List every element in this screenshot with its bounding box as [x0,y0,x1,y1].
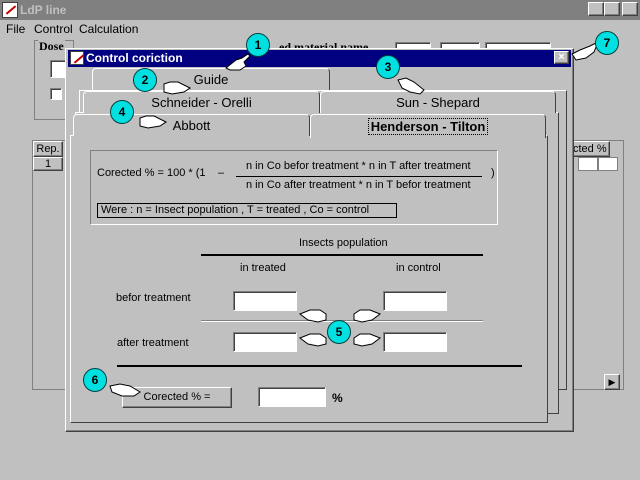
pointing-hand-icon [139,115,167,129]
restore-button[interactable]: ❐ [604,2,620,16]
menubar: File Control Calculation [0,20,640,38]
table-row-header[interactable]: 1 [33,157,63,171]
row-befor-treatment: befor treatment [116,292,191,304]
dialog-title: Control coriction [86,51,183,65]
main-titlebar[interactable]: LdP line _ ❐ × [0,0,640,20]
callout-1: 1 [246,33,270,57]
pointing-hand-icon [353,333,382,347]
callout-6: 6 [83,368,107,392]
tab-henderson-tilton-label: Henderson - Tilton [367,118,489,135]
insects-population-title: Insects population [299,237,388,249]
tab-abbott[interactable]: Abbott [73,114,310,136]
formula-minus: – [218,167,225,179]
pointing-hand-icon [353,309,382,323]
tab-sun-shepard[interactable]: Sun - Shepard [320,91,556,113]
after-treated-input[interactable] [233,332,297,352]
table-header-corrected[interactable]: cted % [570,141,610,157]
before-treated-input[interactable] [233,291,297,311]
table-cell[interactable] [598,157,618,171]
menu-calculation[interactable]: Calculation [79,22,138,36]
fraction-bar [236,176,482,177]
dose-checkbox[interactable] [50,88,62,100]
column-in-treated: in treated [240,262,286,274]
divider [117,365,522,367]
before-control-input[interactable] [383,291,447,311]
callout-2: 2 [133,68,157,92]
row-after-treatment: after treatment [117,337,189,349]
minimize-button[interactable]: _ [588,2,604,16]
menu-file[interactable]: File [6,22,25,36]
callout-5: 5 [327,320,351,344]
pointing-hand-icon [397,77,425,95]
formula-lead: Corected % = 100 * (1 [97,167,206,179]
pointing-hand-icon [109,383,141,397]
pointing-hand-icon [298,309,327,323]
pointing-hand-icon [163,81,191,95]
formula-denominator: n in Co after treatment * n in T befor t… [246,179,471,191]
scroll-right-button[interactable]: ▶ [604,374,620,390]
dialog-icon[interactable] [70,51,84,65]
app-icon[interactable] [2,2,18,18]
dialog-close-button[interactable]: × [554,51,569,64]
dose-label: Dose [38,39,65,54]
formula-close-paren: ) [491,167,495,179]
corrected-result-field[interactable] [258,387,326,407]
main-window-title: LdP line [20,3,67,17]
tab-henderson-tilton[interactable]: Henderson - Tilton [310,114,546,138]
pointing-hand-icon [298,333,327,347]
callout-7: 7 [595,31,619,55]
menu-control[interactable]: Control [34,22,73,36]
formula-numerator: n in Co befor treatment * n in T after t… [246,160,471,172]
close-main-button[interactable]: × [622,2,638,16]
after-control-input[interactable] [383,332,447,352]
table-header-rep[interactable]: Rep. [33,141,63,157]
formula-legend: Were : n = Insect population , T = treat… [97,203,397,218]
column-in-control: in control [396,262,441,274]
divider [201,254,483,256]
pointing-hand-icon [225,53,251,71]
dialog-titlebar[interactable]: Control coriction × [68,50,571,67]
percent-unit: % [332,391,343,405]
callout-3: 3 [376,55,400,79]
callout-4: 4 [110,100,134,124]
table-cell[interactable] [578,157,598,171]
tab-guide[interactable]: Guide [92,68,330,90]
